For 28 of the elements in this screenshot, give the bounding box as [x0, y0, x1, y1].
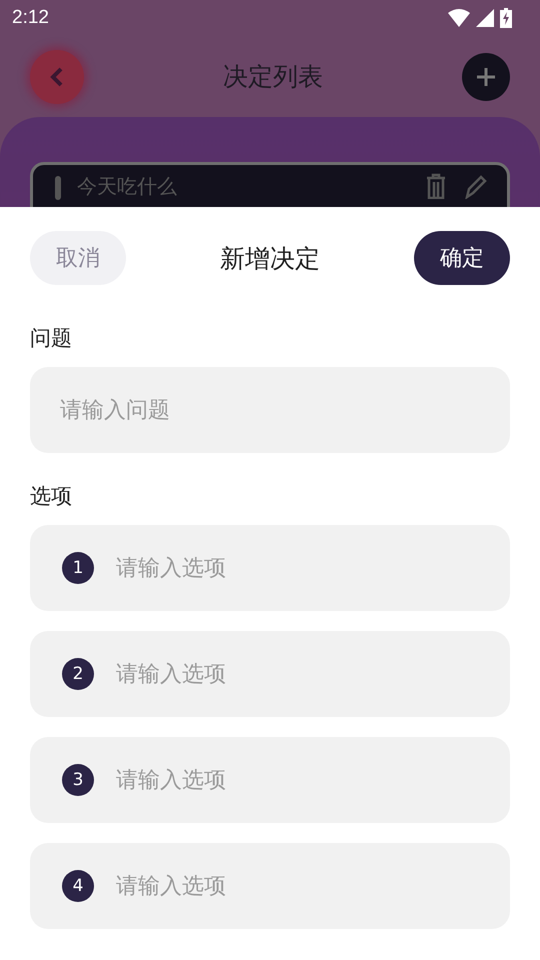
- battery-icon: [500, 8, 512, 28]
- confirm-button[interactable]: 确定: [414, 231, 510, 285]
- option-number: 4: [62, 870, 94, 902]
- decision-title: 今天吃什么: [77, 173, 178, 199]
- option-field[interactable]: 请输入选项: [114, 554, 478, 582]
- status-time: 2:12: [12, 7, 49, 29]
- plus-icon: [475, 66, 497, 88]
- options-label: 选项: [30, 483, 73, 509]
- decision-card[interactable]: 今天吃什么: [30, 162, 510, 207]
- cancel-button[interactable]: 取消: [30, 231, 126, 285]
- wifi-icon: [448, 9, 470, 27]
- page-title: 决定列表: [223, 61, 323, 93]
- back-button[interactable]: [30, 50, 84, 104]
- pencil-icon[interactable]: [463, 173, 489, 199]
- sheet-title: 新增决定: [220, 242, 320, 274]
- back-icon: [49, 66, 65, 88]
- signal-icon: [476, 9, 494, 27]
- question-field[interactable]: 请输入问题: [30, 367, 510, 453]
- trash-icon[interactable]: [425, 173, 447, 199]
- option-field[interactable]: 请输入选项: [114, 872, 478, 900]
- drag-handle-icon[interactable]: [55, 176, 61, 200]
- option-number: 1: [62, 552, 94, 584]
- question-label: 问题: [30, 325, 73, 351]
- option-field[interactable]: 请输入选项: [114, 660, 478, 688]
- option-field[interactable]: 请输入选项: [114, 766, 478, 794]
- option-number: 3: [62, 764, 94, 796]
- add-button[interactable]: [462, 52, 510, 100]
- option-number: 2: [62, 658, 94, 690]
